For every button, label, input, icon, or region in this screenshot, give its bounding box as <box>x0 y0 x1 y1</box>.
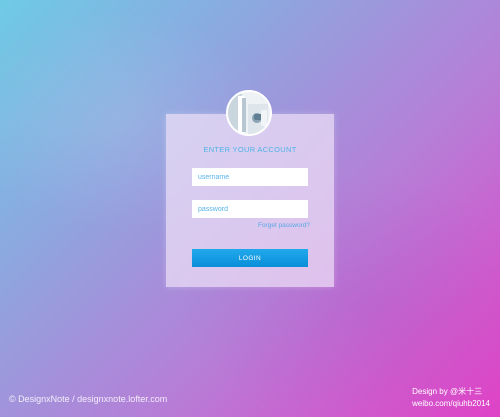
credit-weibo: weibo.com/qiuhb2014 <box>412 399 490 408</box>
credit-author: Design by @米十三 <box>412 387 483 396</box>
password-input[interactable] <box>192 200 308 218</box>
username-input[interactable] <box>192 168 308 186</box>
login-title: ENTER YOUR ACCOUNT <box>203 145 297 154</box>
design-credit: Design by @米十三 weibo.com/qiuhb2014 <box>412 386 490 410</box>
watermark-text: © DesignxNote / designxnote.lofter.com <box>9 394 168 404</box>
login-button[interactable]: LOGIN <box>192 249 308 267</box>
forgot-password-link[interactable]: Forget password? <box>192 222 310 229</box>
door-photo-icon <box>228 92 270 134</box>
avatar <box>226 90 272 136</box>
